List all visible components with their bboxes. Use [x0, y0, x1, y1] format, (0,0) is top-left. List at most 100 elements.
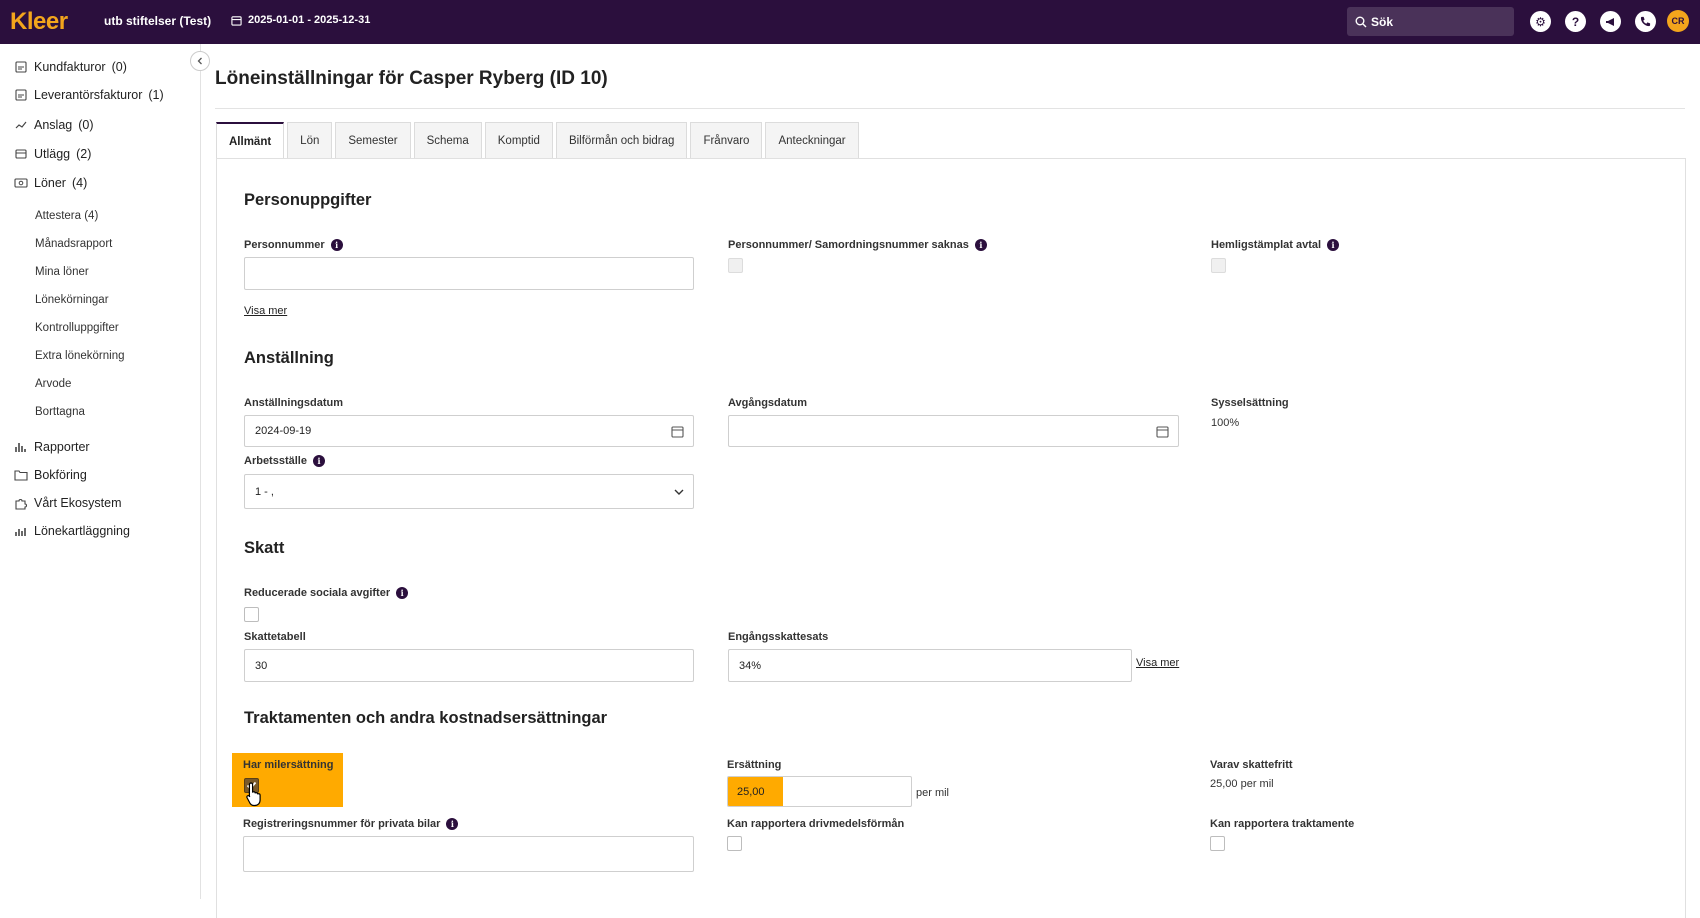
- sidebar-item-bokforing[interactable]: Bokföring: [14, 468, 87, 482]
- skattetabell-label: Skattetabell: [244, 631, 306, 643]
- registreringsnummer-label: Registreringsnummer för privata bilar i: [243, 818, 459, 830]
- sidebar-sub-mina-loner[interactable]: Mina löner: [35, 266, 89, 278]
- visa-mer-link[interactable]: Visa mer: [1136, 657, 1179, 669]
- info-icon[interactable]: i: [312, 455, 325, 467]
- collapse-sidebar-button[interactable]: [190, 51, 210, 71]
- anstallningsdatum-label: Anställningsdatum: [244, 397, 344, 409]
- sidebar-sub-attestera[interactable]: Attestera (4): [35, 210, 98, 222]
- ersattning-value: 25,00: [728, 777, 783, 806]
- per-mil-unit: per mil: [916, 787, 950, 799]
- kleer-logo[interactable]: Kleer: [10, 8, 68, 36]
- sidebar-item-utlagg[interactable]: Utlägg (2): [14, 147, 91, 161]
- ersattning-input[interactable]: 25,00: [727, 776, 912, 807]
- tab-franvaro[interactable]: Frånvaro: [690, 122, 763, 159]
- tab-panel: Personuppgifter Personnummer i Visa mer …: [216, 158, 1686, 918]
- personnummer-input[interactable]: [244, 257, 694, 290]
- sidebar-item-lonekartlaggning[interactable]: Lönekartläggning: [14, 524, 130, 538]
- period-selector[interactable]: 2025-01-01 - 2025-12-31: [231, 14, 370, 26]
- arbetsstalle-select[interactable]: 1 - ,: [244, 474, 694, 509]
- tab-allmant[interactable]: Allmänt: [216, 122, 285, 159]
- search-icon: [1355, 16, 1367, 27]
- tab-bilforman[interactable]: Bilförmån och bidrag: [555, 122, 688, 159]
- sidebar-sub-arvode[interactable]: Arvode: [35, 378, 71, 390]
- search-input[interactable]: Sök: [1347, 7, 1514, 36]
- hemligstamplat-checkbox[interactable]: [1211, 258, 1226, 273]
- traktamente-checkbox[interactable]: [1210, 836, 1225, 851]
- section-title-traktamenten: Traktamenten och andra kostnadsersättnin…: [244, 709, 608, 727]
- sidebar: Kundfakturor (0) Leverantörsfakturor (1)…: [0, 44, 201, 899]
- sidebar-item-kundfakturor[interactable]: Kundfakturor (0): [14, 60, 127, 74]
- chevron-down-icon: [674, 489, 684, 495]
- sidebar-item-loner[interactable]: Löner (4): [14, 176, 87, 190]
- expense-icon: [15, 149, 27, 159]
- reducerade-avgifter-label: Reducerade sociala avgifter i: [244, 587, 409, 599]
- info-icon[interactable]: i: [446, 818, 459, 830]
- ersattning-label: Ersättning: [727, 759, 782, 771]
- supplier-invoice-icon: [15, 89, 27, 101]
- sidebar-item-anslag[interactable]: Anslag (0): [14, 118, 94, 132]
- tab-semester[interactable]: Semester: [335, 122, 411, 159]
- info-icon[interactable]: i: [396, 587, 409, 599]
- visa-mer-link[interactable]: Visa mer: [244, 305, 287, 317]
- varav-skattefritt-value: 25,00 per mil: [1210, 778, 1274, 790]
- hand-cursor-icon: [246, 782, 261, 807]
- calendar-icon[interactable]: [671, 425, 684, 438]
- main-content: Löneinställningar för Casper Ryberg (ID …: [202, 44, 1700, 918]
- top-bar: Kleer utb stiftelser (Test) 2025-01-01 -…: [0, 0, 1700, 44]
- bar-chart-icon: [15, 528, 26, 536]
- salary-icon: [14, 178, 28, 188]
- sidebar-sub-lonekorningar[interactable]: Lönekörningar: [35, 294, 109, 306]
- gear-icon[interactable]: ⚙: [1530, 11, 1551, 32]
- personnummer-label: Personnummer i: [244, 239, 343, 251]
- sidebar-sub-manadsrapport[interactable]: Månadsrapport: [35, 238, 112, 250]
- info-icon[interactable]: i: [330, 239, 343, 251]
- varav-skattefritt-label: Varav skattefritt: [1210, 759, 1293, 771]
- arbetsstalle-label: Arbetsställe i: [244, 455, 325, 467]
- sidebar-sub-kontrolluppgifter[interactable]: Kontrolluppgifter: [35, 322, 119, 334]
- sidebar-sub-borttagna[interactable]: Borttagna: [35, 406, 85, 418]
- section-title-skatt: Skatt: [244, 539, 285, 557]
- calendar-icon[interactable]: [1156, 425, 1169, 438]
- sysselsattning-label: Sysselsättning: [1211, 397, 1289, 409]
- search-placeholder: Sök: [1371, 14, 1394, 29]
- user-avatar[interactable]: CR: [1667, 10, 1689, 32]
- skattetabell-input[interactable]: 30: [244, 649, 694, 682]
- avgangsdatum-label: Avgångsdatum: [728, 397, 808, 409]
- sidebar-item-vart-ekosystem[interactable]: Vårt Ekosystem: [14, 496, 122, 510]
- phone-icon[interactable]: [1635, 11, 1656, 32]
- milersattning-label: Har milersättning: [243, 759, 334, 771]
- section-title-personuppgifter: Personuppgifter: [244, 191, 372, 209]
- avgangsdatum-input[interactable]: [728, 415, 1179, 447]
- traktamente-label: Kan rapportera traktamente: [1210, 818, 1355, 830]
- info-icon[interactable]: i: [974, 239, 987, 251]
- page-title: Löneinställningar för Casper Ryberg (ID …: [215, 68, 608, 89]
- divider: [215, 108, 1685, 109]
- folder-icon: [14, 470, 28, 481]
- samordningsnummer-label: Personnummer/ Samordningsnummer saknas i: [728, 239, 987, 251]
- hemligstamplat-label: Hemligstämplat avtal i: [1211, 239, 1340, 251]
- sysselsattning-value: 100%: [1211, 417, 1240, 429]
- chevron-left-icon: [197, 57, 202, 65]
- invoice-icon: [15, 61, 27, 73]
- tab-lon[interactable]: Lön: [287, 122, 333, 159]
- megaphone-icon[interactable]: [1600, 11, 1621, 32]
- grant-icon: [15, 121, 27, 129]
- engangsskattesats-input[interactable]: 34%: [728, 649, 1132, 682]
- help-icon[interactable]: ?: [1565, 11, 1586, 32]
- engangsskattesats-label: Engångsskattesats: [728, 631, 829, 643]
- organization-name[interactable]: utb stiftelser (Test): [104, 14, 211, 28]
- registreringsnummer-input[interactable]: [243, 836, 694, 872]
- reducerade-avgifter-checkbox[interactable]: [244, 607, 259, 622]
- period-text: 2025-01-01 - 2025-12-31: [248, 14, 371, 26]
- tab-anteckningar[interactable]: Anteckningar: [765, 122, 859, 159]
- sidebar-item-rapporter[interactable]: Rapporter: [14, 440, 90, 454]
- drivmedelsforman-checkbox[interactable]: [727, 836, 742, 851]
- anstallningsdatum-input[interactable]: 2024-09-19: [244, 415, 694, 447]
- tab-komptid[interactable]: Komptid: [484, 122, 553, 159]
- calendar-icon: [231, 15, 242, 26]
- tab-schema[interactable]: Schema: [413, 122, 482, 159]
- sidebar-item-leverantorsfakturor[interactable]: Leverantörsfakturor (1): [14, 88, 164, 102]
- samordningsnummer-checkbox[interactable]: [728, 258, 743, 273]
- sidebar-sub-extra-lonekorning[interactable]: Extra lönekörning: [35, 350, 125, 362]
- info-icon[interactable]: i: [1327, 239, 1340, 251]
